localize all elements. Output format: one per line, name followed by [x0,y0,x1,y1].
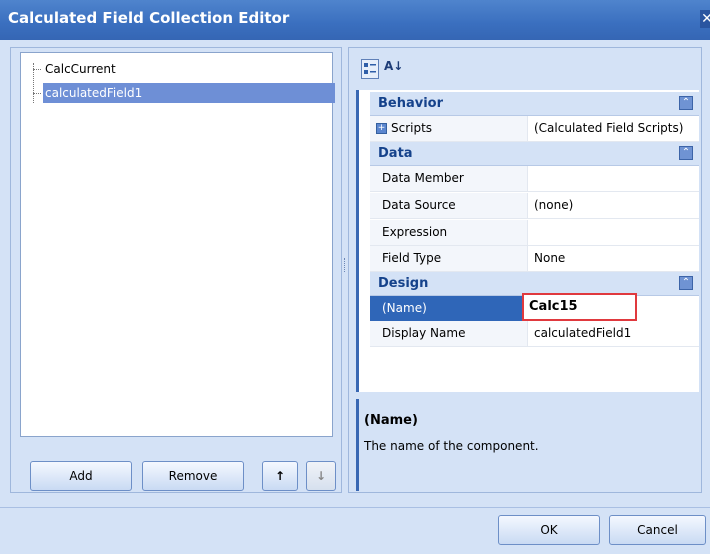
property-grid-toolbar [352,54,698,84]
property-row-data-member[interactable]: Data Member [370,166,699,192]
property-value[interactable] [528,166,699,192]
description-title: (Name) [364,413,418,428]
arrow-up-icon: ↑ [274,469,286,483]
splitter-grip-icon [344,258,347,272]
collapse-icon[interactable]: ⌃ [679,276,693,290]
collapse-icon[interactable]: ⌃ [679,96,693,110]
category-data[interactable]: Data ⌃ [370,142,699,166]
add-button[interactable]: Add [30,461,132,491]
collection-tree[interactable]: CalcCurrent calculatedField1 [20,52,335,437]
property-value[interactable]: calculatedField1 [528,321,699,347]
tree-item-calculatedfield1[interactable]: calculatedField1 [43,83,335,103]
categorized-icon[interactable] [361,59,379,79]
move-down-button[interactable]: ↓ [306,461,336,491]
tree-connector-line [33,69,41,70]
horizontal-splitter[interactable] [356,392,699,399]
tree-item-calccurrent[interactable]: CalcCurrent [43,59,116,79]
property-name: Field Type [370,246,528,272]
ok-button[interactable]: OK [498,515,600,545]
title-bar[interactable]: Calculated Field Collection Editor ✕ [0,0,710,40]
property-name: Display Name [370,321,528,347]
property-row-display-name[interactable]: Display Name calculatedField1 [370,321,699,347]
alphabetical-sort-glyph: A↓ [384,59,404,73]
close-icon[interactable]: ✕ [700,10,710,28]
property-name-text: Scripts [391,121,433,135]
alphabetical-sort-icon[interactable]: A↓ [384,59,404,79]
property-name: Expression [370,220,528,246]
window-title: Calculated Field Collection Editor [8,9,290,27]
property-value[interactable]: (none) [528,193,699,219]
category-behavior[interactable]: Behavior ⌃ [370,92,699,116]
property-name: + Scripts [370,116,528,142]
expand-plus-icon[interactable]: + [376,123,387,134]
remove-button[interactable]: Remove [142,461,244,491]
category-label: Data [378,146,413,161]
name-value-input[interactable]: Calc15 [522,293,637,321]
property-name: (Name) [370,296,528,322]
property-row-data-source[interactable]: Data Source (none) [370,193,699,219]
property-value[interactable] [528,220,699,246]
arrow-down-icon: ↓ [315,469,327,483]
category-label: Behavior [378,96,444,111]
divider [0,507,710,508]
tree-connector-line [33,93,41,94]
description-text: The name of the component. [364,439,539,453]
property-row-expression[interactable]: Expression [370,220,699,246]
calculated-field-collection-editor-dialog: Calculated Field Collection Editor ✕ Cal… [0,0,710,554]
move-up-button[interactable]: ↑ [262,461,298,491]
cancel-button[interactable]: Cancel [609,515,706,545]
property-name: Data Member [370,166,528,192]
property-value[interactable]: (Calculated Field Scripts) [528,116,699,142]
category-label: Design [378,276,429,291]
property-row-field-type[interactable]: Field Type None [370,246,699,272]
collapse-icon[interactable]: ⌃ [679,146,693,160]
property-name: Data Source [370,193,528,219]
property-row-scripts[interactable]: + Scripts (Calculated Field Scripts) [370,116,699,142]
property-value[interactable]: None [528,246,699,272]
